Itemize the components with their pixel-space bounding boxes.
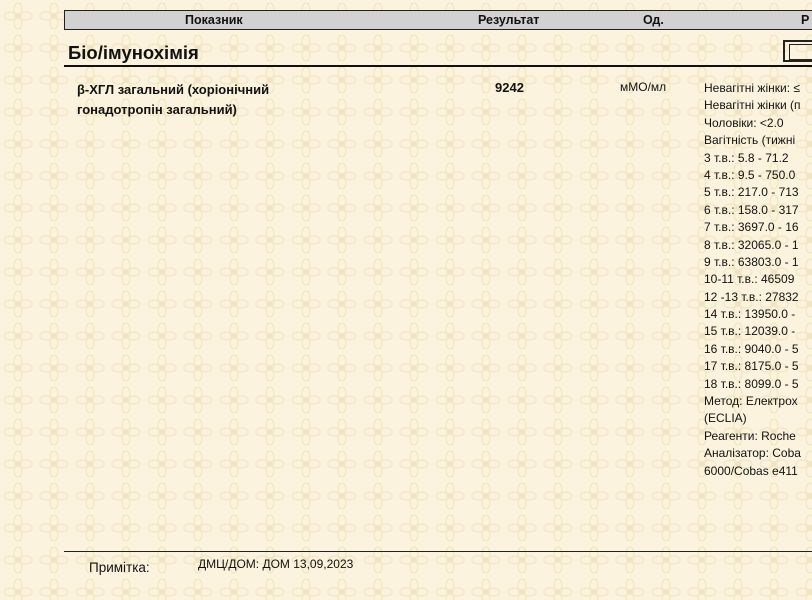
section-title: Біо/імунохімія (68, 42, 199, 63)
section-divider (64, 65, 812, 67)
lab-report: Показник Результат Од. Р Біо/імунохімія … (0, 0, 812, 600)
reference-line: 9 т.в.: 63803.0 - 1 (704, 254, 799, 269)
reference-line: Реагенти: Roche (704, 428, 796, 443)
table-header: Показник Результат Од. Р (64, 10, 812, 30)
test-result-value: 9242 (495, 80, 524, 95)
test-name: β-ХГЛ загальний (хоріонічний гонадотропі… (77, 80, 337, 120)
reference-line: 18 т.в.: 8099.0 - 5 (704, 376, 799, 391)
test-name-line-1: β-ХГЛ загальний (хоріонічний (77, 82, 270, 97)
reference-line: 8 т.в.: 32065.0 - 1 (704, 237, 799, 252)
reference-line: 10-11 т.в.: 46509 (704, 272, 795, 287)
bottom-divider (64, 551, 812, 552)
header-reference: Р (801, 13, 810, 27)
reference-line: 3 т.в.: 5.8 - 71.2 (704, 150, 789, 165)
note-value: ДМЦ/ДОМ: ДОМ 13,09,2023 (198, 557, 354, 571)
reference-line: Невагітні жінки: ≤ (704, 81, 800, 95)
reference-line: 15 т.в.: 12039.0 - (704, 324, 796, 339)
reference-line: (ECLIA) (704, 411, 747, 426)
reference-line: Чоловіки: <2.0 (704, 115, 784, 130)
header-result: Результат (478, 13, 540, 27)
header-indicator: Показник (185, 13, 243, 27)
note-label: Примітка: (89, 560, 150, 575)
reference-line: 6 т.в.: 158.0 - 317 (704, 202, 799, 217)
header-unit: Од. (643, 13, 664, 27)
reference-line: Невагітні жінки (п (704, 98, 801, 113)
reference-line: 4 т.в.: 9.5 - 750.0 (704, 167, 796, 182)
reference-line: 5 т.в.: 217.0 - 713 (704, 185, 799, 200)
reference-line: Метод: Електрох (704, 394, 798, 409)
test-name-line-2: гонадотропін загальний) (77, 102, 237, 117)
test-unit: мМО/мл (620, 80, 667, 94)
reference-line: 17 т.в.: 8175.0 - 5 (704, 359, 799, 374)
reference-line: 7 т.в.: 3697.0 - 16 (704, 220, 799, 235)
reference-line: 12 -13 т.в.: 27832 (704, 289, 799, 304)
reference-line: Аналізатор: Coba (704, 446, 801, 461)
reference-line: Вагітність (тижні (704, 133, 796, 148)
reference-line: 6000/Cobas e411 (704, 463, 798, 478)
reference-line: 16 т.в.: 9040.0 - 5 (704, 341, 799, 356)
reference-values: Невагітні жінки: ≤ Невагітні жінки (п Чоло… (704, 80, 812, 480)
reference-line: 14 т.в.: 13950.0 - (704, 307, 796, 322)
section-box-icon (783, 40, 812, 62)
